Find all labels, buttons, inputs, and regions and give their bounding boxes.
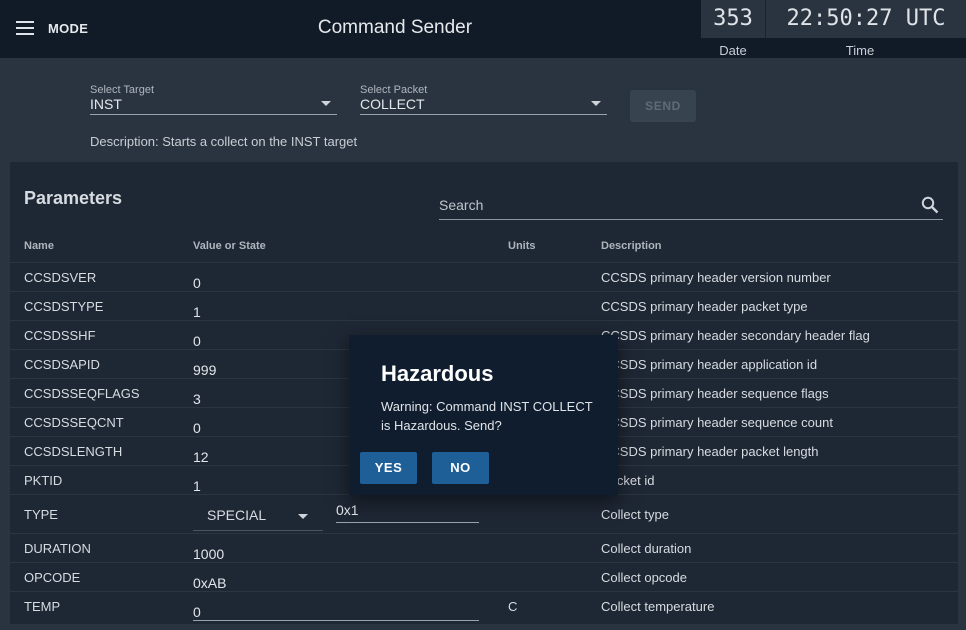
clock-date-label: Date — [719, 43, 747, 58]
param-value: 0x1 — [336, 502, 359, 518]
param-description: Collect type — [601, 507, 669, 522]
param-name: TYPE — [24, 507, 58, 522]
param-value: 999 — [193, 362, 217, 378]
param-description: CCSDS primary header version number — [601, 270, 831, 285]
table-row: CCSDSVER 0 CCSDS primary header version … — [10, 262, 958, 292]
param-description: CCSDS primary header sequence count — [601, 415, 833, 430]
column-header-name: Name — [24, 240, 54, 252]
param-value: 3 — [193, 391, 201, 407]
clock-day: 353 — [701, 0, 766, 38]
page-title: Command Sender — [317, 17, 473, 38]
param-description: Collect opcode — [601, 570, 687, 585]
packet-select[interactable]: Select Packet COLLECT — [360, 84, 607, 115]
panel-title: Parameters — [24, 188, 123, 208]
param-name: CCSDSAPID — [24, 357, 100, 372]
table-row: TYPE SPECIAL 0x1 Collect type — [10, 494, 958, 534]
state-select-value: SPECIAL — [207, 507, 267, 523]
param-name: CCSDSSEQFLAGS — [24, 386, 140, 401]
param-description: CCSDS primary header sequence flags — [601, 386, 829, 401]
table-row: DURATION 1000 Collect duration — [10, 533, 958, 563]
param-value: 0 — [193, 275, 201, 291]
param-value-input[interactable]: 0xAB — [193, 569, 479, 592]
chevron-down-icon — [298, 514, 308, 519]
dialog-message: Warning: Command INST COLLECT is Hazardo… — [381, 399, 593, 433]
param-value-input[interactable]: 1000 — [193, 540, 479, 563]
param-description: CCSDS primary header secondary header fl… — [601, 328, 870, 343]
param-value: 12 — [193, 449, 209, 465]
table-row: OPCODE 0xAB Collect opcode — [10, 562, 958, 592]
table-row: TEMP 0 C Collect temperature — [10, 591, 958, 621]
param-name: PKTID — [24, 473, 63, 488]
param-value-input[interactable]: 0 — [193, 269, 479, 292]
target-select-label: Select Target — [90, 84, 155, 96]
param-value: 0 — [193, 604, 201, 620]
clock-time: 22:50:27 UTC — [786, 6, 946, 31]
param-value-input[interactable]: 0 — [193, 598, 479, 621]
param-value-input[interactable]: 1 — [193, 298, 479, 321]
param-description: Collect duration — [601, 541, 692, 556]
param-description: CCSDS primary header packet length — [601, 444, 819, 459]
param-name: TEMP — [24, 599, 61, 614]
param-value: 1 — [193, 478, 201, 494]
yes-button[interactable]: YES — [360, 452, 417, 484]
param-description: Collect temperature — [601, 599, 715, 614]
param-name: CCSDSVER — [24, 270, 97, 285]
table-row: CCSDSTYPE 1 CCSDS primary header packet … — [10, 291, 958, 321]
param-description: CCSDS primary header application id — [601, 357, 818, 372]
search-placeholder: Search — [439, 197, 484, 213]
clock-time-label: Time — [845, 43, 875, 58]
param-value: 1 — [193, 304, 201, 320]
param-name: CCSDSTYPE — [24, 299, 104, 314]
dialog-title: Hazardous — [381, 361, 494, 386]
param-value: 1000 — [193, 546, 225, 562]
target-select-value: INST — [90, 96, 122, 112]
packet-select-value: COLLECT — [360, 96, 425, 112]
param-description: CCSDS primary header packet type — [601, 299, 808, 314]
param-name: CCSDSSEQCNT — [24, 415, 124, 430]
param-value-input[interactable]: 0x1 — [336, 500, 479, 523]
param-units: C — [508, 599, 518, 614]
packet-description: Description: Starts a collect on the INS… — [90, 134, 358, 149]
search-input[interactable]: Search — [439, 192, 943, 220]
param-value: 0xAB — [193, 575, 227, 591]
target-select[interactable]: Select Target INST — [90, 84, 337, 115]
no-button[interactable]: NO — [432, 452, 489, 484]
param-name: CCSDSLENGTH — [24, 444, 123, 459]
chevron-down-icon — [321, 101, 331, 106]
column-header-value: Value or State — [193, 240, 266, 252]
packet-select-label: Select Packet — [360, 84, 428, 96]
send-button[interactable]: SEND — [630, 90, 696, 122]
search-icon[interactable] — [921, 196, 939, 214]
param-name: CCSDSSHF — [24, 328, 96, 343]
column-header-units: Units — [508, 240, 536, 252]
param-value: 0 — [193, 420, 201, 436]
state-select[interactable]: SPECIAL — [193, 500, 323, 531]
column-header-description: Description — [601, 240, 662, 252]
param-name: OPCODE — [24, 570, 81, 585]
chevron-down-icon — [591, 101, 601, 106]
param-name: DURATION — [24, 541, 91, 556]
hazardous-dialog: Hazardous Warning: Command INST COLLECT … — [349, 335, 618, 495]
param-value: 0 — [193, 333, 201, 349]
